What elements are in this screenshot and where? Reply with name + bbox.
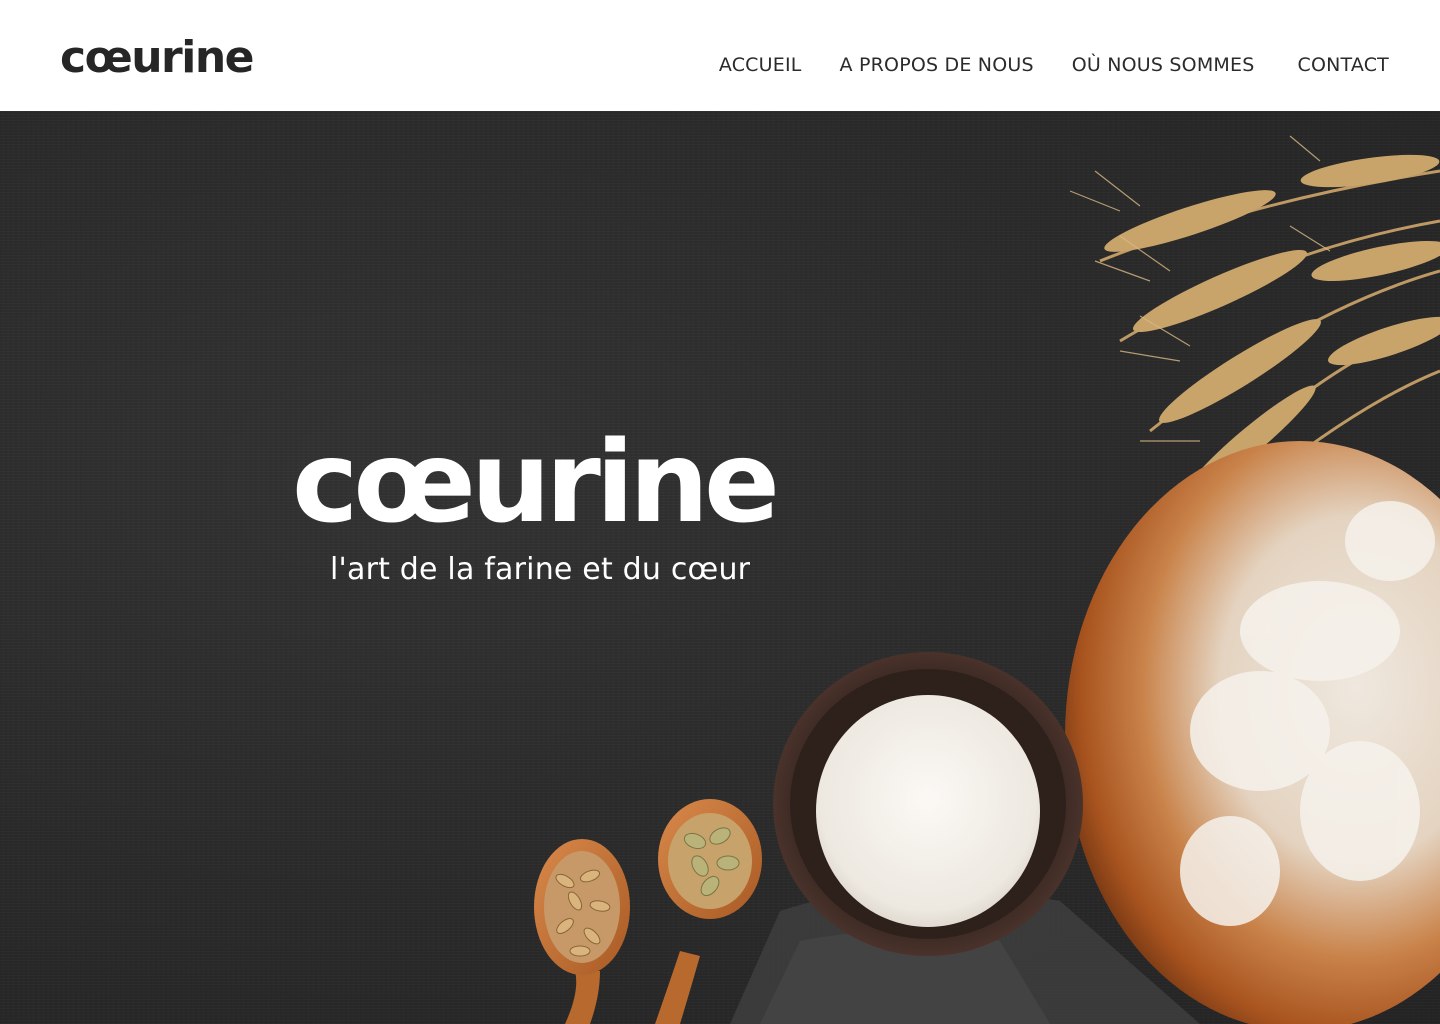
spoon-grains (534, 839, 630, 1024)
hero-section: cœurine l'art de la farine et du cœur (0, 111, 1440, 1024)
main-navigation: ACCUEIL A PROPOS DE NOUS OÙ NOUS SOMMES … (719, 54, 1389, 76)
hero-tagline: l'art de la farine et du cœur (330, 552, 751, 587)
nav-link-contact[interactable]: CONTACT (1297, 54, 1389, 76)
brand-logo[interactable]: cœurine (60, 36, 255, 80)
hero-title: cœurine (292, 418, 780, 548)
flour-mound (816, 695, 1040, 927)
nav-link-a-propos[interactable]: A PROPOS DE NOUS (840, 54, 1034, 76)
site-header: cœurine ACCUEIL A PROPOS DE NOUS OÙ NOUS… (0, 0, 1440, 111)
nav-link-accueil[interactable]: ACCUEIL (719, 54, 802, 76)
nav-link-ou-nous-sommes[interactable]: OÙ NOUS SOMMES (1072, 54, 1255, 76)
page: cœurine ACCUEIL A PROPOS DE NOUS OÙ NOUS… (0, 0, 1440, 1024)
